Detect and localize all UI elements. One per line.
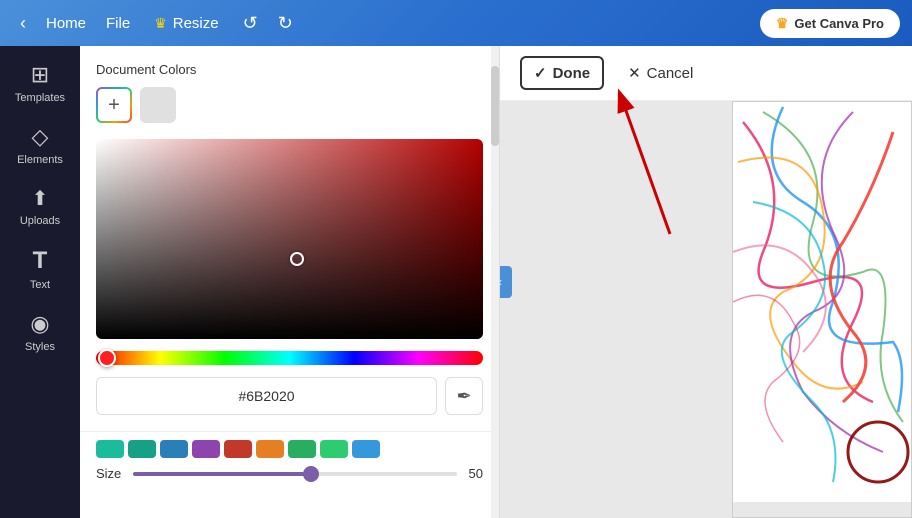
styles-icon: ◉ bbox=[30, 311, 49, 337]
size-label: Size bbox=[96, 466, 121, 481]
canvas-area: ‹ ✓ Done ✕ Cancel bbox=[500, 46, 912, 518]
size-slider-thumb[interactable] bbox=[303, 466, 319, 482]
eyedropper-icon: ✒ bbox=[456, 386, 471, 407]
color-swatch[interactable] bbox=[140, 87, 176, 123]
canvas-image bbox=[732, 101, 912, 518]
sidebar: ⊞ Templates ◇ Elements ⬆ Uploads T Text … bbox=[0, 46, 80, 518]
elements-icon: ◇ bbox=[32, 124, 49, 150]
back-button[interactable]: ‹ bbox=[12, 9, 34, 38]
doc-colors-label: Document Colors bbox=[96, 62, 483, 77]
cancel-button[interactable]: ✕ Cancel bbox=[616, 58, 705, 88]
size-slider[interactable] bbox=[133, 472, 456, 476]
size-slider-fill bbox=[133, 472, 311, 476]
color-picker-handle[interactable] bbox=[290, 252, 304, 266]
sidebar-item-uploads[interactable]: ⬆ Uploads bbox=[6, 178, 74, 235]
done-cancel-bar: ✓ Done ✕ Cancel bbox=[500, 46, 912, 101]
size-swatches bbox=[96, 440, 483, 458]
redo-button[interactable]: ↻ bbox=[270, 9, 301, 38]
main-layout: ⊞ Templates ◇ Elements ⬆ Uploads T Text … bbox=[0, 46, 912, 518]
templates-icon: ⊞ bbox=[31, 62, 49, 88]
color-swatch[interactable] bbox=[320, 440, 348, 458]
gradient-picker[interactable] bbox=[96, 139, 483, 339]
color-swatch[interactable] bbox=[352, 440, 380, 458]
resize-button[interactable]: ♛ Resize bbox=[142, 11, 230, 36]
get-canva-pro-button[interactable]: ♛ Get Canva Pro bbox=[760, 9, 900, 38]
sidebar-item-templates[interactable]: ⊞ Templates bbox=[6, 54, 74, 112]
sidebar-item-label: Text bbox=[30, 279, 50, 291]
sidebar-item-label: Uploads bbox=[20, 215, 60, 227]
size-row: Size 50 bbox=[96, 466, 483, 481]
gradient-canvas[interactable] bbox=[96, 139, 483, 339]
sidebar-item-elements[interactable]: ◇ Elements bbox=[6, 116, 74, 174]
size-area: Size 50 bbox=[80, 431, 499, 493]
close-icon: ✕ bbox=[628, 64, 641, 82]
add-color-button[interactable]: + bbox=[96, 87, 132, 123]
topbar: ‹ Home File ♛ Resize ↺ ↻ ♛ Get Canva Pro bbox=[0, 0, 912, 46]
color-swatch[interactable] bbox=[128, 440, 156, 458]
canvas-artwork bbox=[733, 102, 912, 502]
size-value: 50 bbox=[469, 466, 483, 481]
sidebar-item-label: Styles bbox=[25, 341, 55, 353]
sidebar-item-text[interactable]: T Text bbox=[6, 239, 74, 299]
sidebar-item-label: Templates bbox=[15, 92, 65, 104]
done-button[interactable]: ✓ Done bbox=[520, 56, 604, 90]
hue-thumb[interactable] bbox=[98, 349, 116, 367]
hex-input[interactable] bbox=[96, 377, 437, 415]
cancel-label: Cancel bbox=[647, 65, 694, 82]
color-swatch[interactable] bbox=[256, 440, 284, 458]
collapse-panel-button[interactable]: ‹ bbox=[500, 266, 512, 298]
color-swatch[interactable] bbox=[96, 440, 124, 458]
panel-scrollbar[interactable] bbox=[491, 46, 499, 518]
hex-row: ✒ bbox=[96, 377, 483, 415]
color-swatch[interactable] bbox=[192, 440, 220, 458]
sidebar-item-label: Elements bbox=[17, 154, 63, 166]
color-swatch[interactable] bbox=[160, 440, 188, 458]
home-button[interactable]: Home bbox=[38, 11, 94, 36]
check-icon: ✓ bbox=[534, 64, 547, 82]
text-icon: T bbox=[33, 247, 48, 275]
color-panel: Document Colors + bbox=[80, 46, 500, 518]
size-slider-track bbox=[133, 472, 456, 476]
panel-scrollbar-thumb[interactable] bbox=[491, 66, 499, 146]
done-label: Done bbox=[553, 65, 591, 82]
doc-color-swatches: + bbox=[96, 87, 483, 123]
uploads-icon: ⬆ bbox=[32, 186, 49, 211]
color-swatch[interactable] bbox=[224, 440, 252, 458]
file-menu[interactable]: File bbox=[98, 11, 138, 36]
undo-button[interactable]: ↺ bbox=[235, 9, 266, 38]
eyedropper-button[interactable]: ✒ bbox=[445, 377, 483, 415]
hue-slider-container bbox=[96, 351, 483, 365]
sidebar-item-styles[interactable]: ◉ Styles bbox=[6, 303, 74, 361]
crown-icon: ♛ bbox=[776, 15, 789, 32]
hue-slider[interactable] bbox=[96, 351, 483, 365]
color-swatch[interactable] bbox=[288, 440, 316, 458]
crown-icon: ♛ bbox=[154, 15, 167, 32]
